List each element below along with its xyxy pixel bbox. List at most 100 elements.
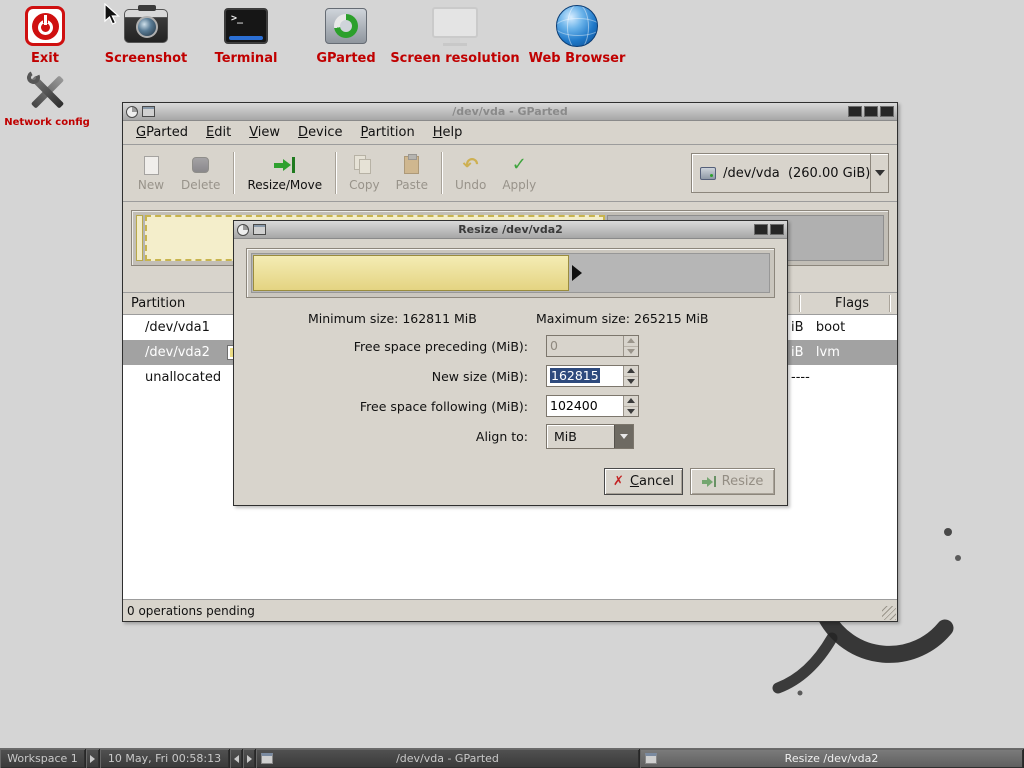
resize-grip[interactable] (882, 606, 896, 620)
up-arrow-icon (627, 338, 635, 343)
next-workspace-button[interactable] (86, 749, 100, 768)
right-arrow-icon (247, 755, 252, 763)
down-arrow-icon (627, 349, 635, 354)
resize-arrow-icon (274, 154, 295, 176)
apply-button[interactable]: ✓ Apply (494, 149, 544, 197)
desktop-icon-label: Screen resolution (390, 51, 519, 66)
spin-up-button[interactable] (624, 336, 638, 347)
close-button[interactable] (770, 224, 784, 235)
copy-icon (354, 154, 374, 176)
maximize-button[interactable] (864, 106, 878, 117)
prev-window-button[interactable] (230, 749, 243, 768)
align-to-dropdown[interactable]: MiB (546, 424, 634, 449)
window-menu-icon[interactable] (126, 106, 138, 118)
undo-icon: ↶ (463, 154, 479, 176)
tools-icon (23, 70, 71, 114)
chevron-down-icon (620, 434, 628, 439)
desktop-icon-label: Network config (4, 117, 90, 128)
spin-up-button[interactable] (624, 366, 638, 377)
toolbar-separator (441, 152, 442, 194)
free-space-following-spinbox[interactable]: 102400 (546, 395, 639, 417)
free-space-preceding-label: Free space preceding (MiB): (246, 339, 546, 354)
resize-slider-handle[interactable] (569, 255, 584, 291)
menubar: GParted Edit View Device Partition Help (123, 121, 897, 145)
spin-down-button[interactable] (624, 347, 638, 357)
menu-edit[interactable]: Edit (197, 122, 240, 143)
column-header-flags[interactable]: Flags (835, 296, 869, 311)
down-arrow-icon (627, 379, 635, 384)
menu-device[interactable]: Device (289, 122, 351, 143)
desktop-icon-web-browser[interactable]: Web Browser (522, 4, 632, 66)
menu-help[interactable]: Help (424, 122, 472, 143)
window-titlebar[interactable]: /dev/vda - GParted (123, 103, 897, 121)
new-size-spinbox[interactable]: 162815 (546, 365, 639, 387)
resize-slider (246, 248, 775, 298)
taskbar-item-gparted[interactable]: /dev/vda - GParted (256, 749, 640, 768)
toolbar: New Delete Resize/Move Copy Paste ↶ Undo… (123, 145, 897, 202)
desktop-icon-exit[interactable]: Exit (13, 4, 77, 66)
desktop-icon-gparted[interactable]: GParted (302, 4, 390, 66)
menu-view[interactable]: View (240, 122, 289, 143)
cancel-button[interactable]: ✗ Cancel (604, 468, 683, 495)
resize-button[interactable]: Resize (690, 468, 775, 495)
window-menu-icon[interactable] (237, 224, 249, 236)
free-space-preceding-spinbox[interactable]: 0 (546, 335, 639, 357)
new-button[interactable]: New (129, 149, 173, 197)
camera-icon (122, 4, 170, 48)
desktop-icon-label: Exit (31, 51, 59, 66)
row-right-fragment: ---- (791, 370, 810, 385)
close-button[interactable] (880, 106, 894, 117)
maximize-button[interactable] (754, 224, 768, 235)
resize-move-button[interactable]: Resize/Move (239, 149, 330, 197)
new-document-icon (144, 154, 159, 176)
next-window-button[interactable] (243, 749, 256, 768)
desktop-icon-label: Screenshot (105, 51, 188, 66)
monitor-icon (431, 4, 479, 48)
up-arrow-icon (627, 398, 635, 403)
delete-icon (192, 154, 209, 176)
resize-arrow-icon (702, 476, 716, 487)
desktop-icon-network-config[interactable]: Network config (2, 70, 92, 128)
app-icon (142, 106, 155, 117)
taskbar: Workspace 1 10 May, Fri 00:58:13 /dev/vd… (0, 748, 1024, 768)
desktop-icon-label: Terminal (215, 51, 278, 66)
status-bar: 0 operations pending (123, 599, 897, 621)
device-selector-arrow[interactable] (870, 154, 888, 192)
cancel-x-icon: ✗ (613, 474, 624, 489)
apply-check-icon: ✓ (512, 154, 527, 176)
dialog-buttons: ✗ Cancel Resize (246, 468, 775, 495)
desktop-icon-label: Web Browser (529, 51, 626, 66)
workspace-indicator[interactable]: Workspace 1 (0, 749, 86, 768)
clock: 10 May, Fri 00:58:13 (100, 749, 230, 768)
desktop-icon-screenshot[interactable]: Screenshot (100, 4, 192, 66)
free-space-following-label: Free space following (MiB): (246, 399, 546, 414)
desktop-icon-label: GParted (316, 51, 375, 66)
gparted-disk-icon (322, 4, 370, 48)
copy-button[interactable]: Copy (341, 149, 387, 197)
device-selector[interactable]: /dev/vda (260.00 GiB) (691, 153, 889, 193)
left-arrow-icon (234, 755, 239, 763)
column-divider (889, 295, 890, 312)
spin-up-button[interactable] (624, 396, 638, 407)
desktop-icon-screen-resolution[interactable]: Screen resolution (390, 4, 520, 66)
menu-gparted[interactable]: GParted (127, 122, 197, 143)
minimum-size-label: Minimum size: 162811 MiB (308, 311, 477, 326)
column-header-partition[interactable]: Partition (131, 296, 185, 311)
delete-button[interactable]: Delete (173, 149, 228, 197)
paste-button[interactable]: Paste (388, 149, 436, 197)
spin-down-button[interactable] (624, 377, 638, 387)
resize-slider-partition[interactable] (253, 255, 569, 291)
dropdown-arrow-button[interactable] (614, 425, 633, 448)
taskbar-item-resize-dialog[interactable]: Resize /dev/vda2 (640, 749, 1024, 768)
column-divider (799, 295, 800, 312)
terminal-icon: >_ (222, 4, 270, 48)
partition-visual-vda1[interactable] (136, 215, 143, 261)
dialog-titlebar[interactable]: Resize /dev/vda2 (234, 221, 787, 239)
menu-partition[interactable]: Partition (352, 122, 424, 143)
spin-down-button[interactable] (624, 407, 638, 417)
device-selector-value: /dev/vda (260.00 GiB) (723, 166, 870, 181)
desktop-icon-terminal[interactable]: >_ Terminal (200, 4, 292, 66)
globe-icon (553, 4, 601, 48)
minimize-button[interactable] (848, 106, 862, 117)
undo-button[interactable]: ↶ Undo (447, 149, 494, 197)
